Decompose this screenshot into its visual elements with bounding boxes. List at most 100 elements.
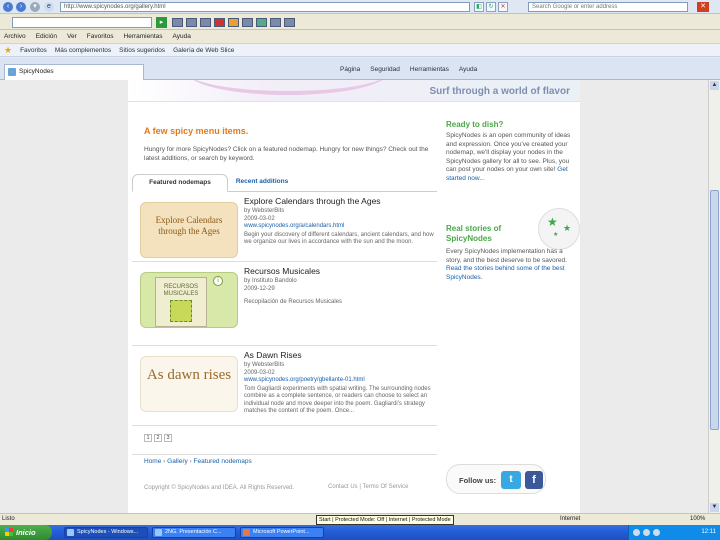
- task-label: SpicyNodes - Windows...: [77, 529, 139, 535]
- page-viewport: Surf through a world of flavor A few spi…: [0, 80, 708, 513]
- thumbnail-frame: RECURSOS MUSICALES: [155, 277, 207, 327]
- toolbar: ▸: [0, 15, 720, 30]
- item-link[interactable]: www.spicynodes.org/poetry/gbellante-01.h…: [244, 377, 434, 385]
- command-page[interactable]: Página: [340, 66, 360, 73]
- item-link[interactable]: www.spicynodes.org/a/calendars.html: [244, 223, 434, 231]
- powerpoint-icon: [243, 529, 250, 536]
- page-link-3[interactable]: 3: [164, 434, 172, 442]
- vertical-scrollbar[interactable]: ▲ ▼: [708, 80, 720, 513]
- command-safety[interactable]: Seguridad: [370, 66, 400, 73]
- banner-swoosh: [188, 80, 388, 95]
- footer-links[interactable]: Contact Us | Terms Of Service: [328, 484, 408, 490]
- toolbar-icon-9[interactable]: [284, 18, 295, 27]
- close-icon[interactable]: ✕: [697, 2, 709, 12]
- toolbar-icon-4[interactable]: [214, 18, 225, 27]
- status-bar: Listo Start | Protected Mode: Off | Inte…: [0, 513, 720, 525]
- compat-icon[interactable]: ◧: [474, 2, 484, 12]
- refresh-icon[interactable]: ↻: [486, 2, 496, 12]
- scroll-up-icon[interactable]: ▲: [710, 81, 719, 90]
- toolbar-icon-6[interactable]: [242, 18, 253, 27]
- zoom-level[interactable]: 100%: [690, 516, 705, 522]
- security-zone[interactable]: Internet: [560, 516, 580, 522]
- address-input[interactable]: http://www.spicynodes.org/gallery.html: [60, 2, 470, 12]
- item-title[interactable]: Recursos Musicales: [244, 266, 434, 276]
- back-button[interactable]: ‹: [3, 2, 13, 12]
- favorites-bar: ★ Favoritos Más complementos Sitios suge…: [0, 43, 720, 57]
- tray-icon-volume[interactable]: [643, 529, 650, 536]
- toolbar-icon-8[interactable]: [270, 18, 281, 27]
- item-date: 2009-12-29: [244, 285, 275, 292]
- list-item: Explore Calendars through the Ages Explo…: [132, 192, 437, 262]
- start-button[interactable]: Inicio: [0, 525, 52, 540]
- address-actions: ◧ ↻ ✕: [474, 2, 508, 12]
- item-title[interactable]: Explore Calendars through the Ages: [244, 196, 434, 206]
- facebook-icon[interactable]: f: [525, 471, 543, 489]
- clock[interactable]: 12:11: [701, 529, 716, 535]
- page-link-1[interactable]: 1: [144, 434, 152, 442]
- nodemap-thumbnail[interactable]: RECURSOS MUSICALES i: [140, 272, 238, 328]
- scroll-down-icon[interactable]: ▼: [710, 503, 719, 512]
- page-body: Surf through a world of flavor A few spi…: [128, 80, 580, 513]
- item-body: Recursos Musicales by Instituto Bandolo …: [244, 266, 434, 307]
- nodemap-thumbnail[interactable]: As dawn rises: [140, 356, 238, 412]
- toolbar-icon-7[interactable]: [256, 18, 267, 27]
- tab-strip: SpicyNodes Página Seguridad Herramientas…: [0, 58, 720, 80]
- twitter-icon[interactable]: t: [501, 471, 521, 489]
- favorites-button[interactable]: Favoritos: [20, 47, 47, 54]
- breadcrumb-home[interactable]: Home: [144, 458, 161, 465]
- task-button-browser[interactable]: SpicyNodes - Windows...: [64, 527, 148, 538]
- tab-title: SpicyNodes: [19, 68, 54, 75]
- item-date: 2009-03-02: [244, 215, 275, 222]
- read-stories-link[interactable]: Read the stories behind some of the best…: [446, 265, 565, 281]
- scroll-thumb[interactable]: [710, 190, 719, 430]
- command-help[interactable]: Ayuda: [459, 66, 477, 73]
- nodemap-thumbnail[interactable]: Explore Calendars through the Ages: [140, 202, 238, 258]
- tray-icon-network[interactable]: [633, 529, 640, 536]
- task-button-presentation[interactable]: 2NG. Presentación C...: [152, 527, 236, 538]
- menu-item-help[interactable]: Ayuda: [173, 33, 191, 40]
- page-title: A few spicy menu items.: [144, 126, 249, 136]
- toolbar-search-input[interactable]: [12, 17, 152, 28]
- menu-item-tools[interactable]: Herramientas: [124, 33, 163, 40]
- gallery-tabs: Featured nodemaps Recent additions: [132, 172, 437, 192]
- favorites-link-addons[interactable]: Más complementos: [55, 47, 111, 54]
- task-button-powerpoint[interactable]: Microsoft PowerPoint...: [240, 527, 324, 538]
- menu-item-view[interactable]: Ver: [67, 33, 77, 40]
- toolbar-icon-2[interactable]: [186, 18, 197, 27]
- favorites-star-icon[interactable]: ★: [4, 45, 12, 56]
- tray-icon-security[interactable]: [653, 529, 660, 536]
- footer-divider: [132, 454, 437, 455]
- forward-button[interactable]: ›: [16, 2, 26, 12]
- favorites-link-webslice[interactable]: Galería de Web Slice: [173, 47, 234, 54]
- menu-item-edit[interactable]: Edición: [36, 33, 57, 40]
- tab-recent-additions[interactable]: Recent additions: [232, 174, 292, 192]
- toolbar-icon-1[interactable]: [172, 18, 183, 27]
- breadcrumb-gallery[interactable]: Gallery: [167, 458, 188, 465]
- ready-body: SpicyNodes is an open community of ideas…: [446, 132, 571, 173]
- go-button[interactable]: ▸: [156, 17, 167, 28]
- item-description: Recopilación de Recursos Musicales: [244, 299, 343, 305]
- favorites-link-suggested[interactable]: Sitios sugeridos: [119, 47, 165, 54]
- breadcrumb: Home › Gallery › Featured nodemaps: [144, 458, 252, 465]
- search-input[interactable]: Search Google or enter address: [528, 2, 688, 12]
- page-link-2[interactable]: 2: [154, 434, 162, 442]
- follow-label: Follow us:: [459, 476, 497, 485]
- list-item: As dawn rises As Dawn Rises by WebsterBi…: [132, 346, 437, 426]
- toolbar-icon-5[interactable]: [228, 18, 239, 27]
- recent-pages-button[interactable]: ▾: [30, 2, 40, 12]
- tab-spicynodes[interactable]: SpicyNodes: [4, 64, 144, 80]
- command-tools[interactable]: Herramientas: [410, 66, 449, 73]
- menu-item-file[interactable]: Archivo: [4, 33, 26, 40]
- stop-icon[interactable]: ✕: [498, 2, 508, 12]
- system-tray: 12:11: [628, 525, 720, 540]
- list-item: RECURSOS MUSICALES i Recursos Musicales …: [132, 262, 437, 346]
- tab-favicon-icon: [8, 68, 16, 76]
- item-title[interactable]: As Dawn Rises: [244, 350, 434, 360]
- menu-item-favorites[interactable]: Favoritos: [87, 33, 114, 40]
- thumbnail-caption: RECURSOS MUSICALES: [163, 284, 199, 297]
- tab-featured-nodemaps[interactable]: Featured nodemaps: [132, 174, 228, 192]
- start-label: Inicio: [16, 528, 36, 537]
- copyright: Copyright © SpicyNodes and IDEA. All Rig…: [144, 485, 295, 491]
- toolbar-icon-3[interactable]: [200, 18, 211, 27]
- follow-us-box: Follow us: t f: [446, 464, 546, 494]
